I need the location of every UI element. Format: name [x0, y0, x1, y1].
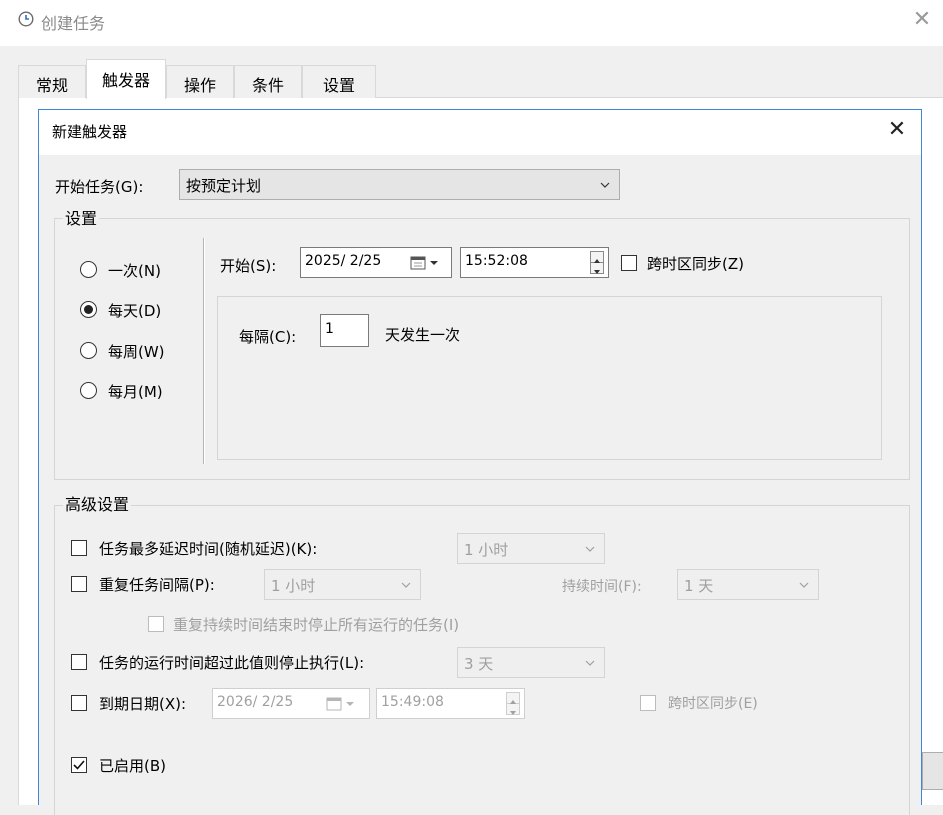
delay-label: 任务最多延迟时间(随机延迟)(K):: [99, 540, 318, 558]
chevron-down-icon: [401, 580, 411, 590]
expire-checkbox[interactable]: [71, 695, 87, 711]
radio-once[interactable]: [80, 261, 97, 278]
repeat-interval-value: 1 小时: [271, 577, 316, 595]
spin-down-icon[interactable]: [591, 263, 603, 274]
expire-time-spinner[interactable]: 15:49:08: [376, 688, 525, 719]
start-label: 开始(S):: [220, 257, 277, 275]
duration-value: 1 天: [684, 577, 714, 595]
duration-label: 持续时间(F):: [562, 579, 642, 595]
delay-value: 1 小时: [464, 541, 509, 559]
window-title: 创建任务: [41, 14, 106, 33]
tab-actions[interactable]: 操作: [166, 65, 234, 98]
repeat-interval-select[interactable]: 1 小时: [264, 569, 421, 600]
start-date-value: 2025/ 2/25: [305, 253, 382, 269]
recur-days-value: 1: [325, 321, 334, 337]
window-titlebar: 创建任务 ✕: [0, 0, 943, 46]
duration-select[interactable]: 1 天: [677, 569, 819, 600]
chevron-down-icon: [585, 544, 595, 554]
tab-triggers[interactable]: 触发器: [86, 59, 166, 99]
delay-checkbox[interactable]: [71, 540, 87, 556]
new-trigger-dialog: 新建触发器 ✕ 开始任务(G): 按预定计划 设置 一次(N) 每天(D) 每周…: [38, 109, 922, 815]
spin-up-icon[interactable]: [507, 693, 519, 704]
calendar-dropdown-icon[interactable]: [326, 697, 360, 715]
spin-down-icon[interactable]: [507, 704, 519, 715]
radio-selected-dot: [84, 305, 93, 314]
dialog-title: 新建触发器: [52, 123, 128, 141]
chevron-down-icon: [585, 658, 595, 668]
radio-once-label: 一次(N): [108, 262, 161, 280]
stop-if-value: 3 天: [464, 655, 494, 673]
expire-date-picker[interactable]: 2026/ 2/25: [212, 688, 370, 719]
radio-daily[interactable]: [80, 301, 97, 318]
recur-label: 每隔(C):: [239, 328, 297, 346]
advanced-group-title: 高级设置: [63, 491, 132, 515]
sync-timezone-label: 跨时区同步(Z): [647, 255, 744, 273]
dialog-close-button[interactable]: ✕: [885, 119, 909, 143]
expire-sync-label: 跨时区同步(E): [668, 696, 758, 712]
recur-days-input[interactable]: 1: [320, 314, 369, 347]
settings-group-title: 设置: [63, 205, 100, 229]
recur-panel: 每隔(C): 1 天发生一次: [217, 296, 882, 460]
outer-dialog-button[interactable]: [922, 752, 943, 790]
expire-sync-checkbox[interactable]: [640, 695, 656, 711]
enabled-checkbox[interactable]: [71, 757, 87, 773]
vertical-separator: [203, 238, 205, 464]
begin-task-select[interactable]: 按预定计划: [179, 169, 620, 200]
tab-conditions[interactable]: 条件: [234, 65, 302, 98]
tab-general[interactable]: 常规: [18, 65, 86, 98]
radio-monthly[interactable]: [80, 382, 97, 399]
start-time-value: 15:52:08: [465, 253, 528, 269]
delay-select[interactable]: 1 小时: [457, 533, 605, 564]
expire-label: 到期日期(X):: [99, 695, 187, 713]
window-close-button[interactable]: ✕: [912, 9, 932, 31]
chevron-down-icon: [600, 180, 610, 190]
radio-weekly[interactable]: [80, 342, 97, 359]
time-spin-buttons[interactable]: [506, 692, 520, 715]
radio-monthly-label: 每月(M): [108, 383, 163, 401]
recur-suffix-label: 天发生一次: [385, 326, 461, 344]
enabled-label: 已启用(B): [99, 757, 166, 775]
tab-settings[interactable]: 设置: [302, 65, 376, 98]
clock-icon: [18, 11, 34, 27]
chevron-down-icon: [799, 580, 809, 590]
begin-task-value: 按预定计划: [186, 177, 262, 195]
stop-if-label: 任务的运行时间超过此值则停止执行(L):: [99, 654, 365, 672]
expire-time-value: 15:49:08: [381, 694, 444, 710]
spin-up-icon[interactable]: [591, 252, 603, 263]
sync-timezone-checkbox[interactable]: [621, 255, 637, 271]
stop-all-label: 重复持续时间结束时停止所有运行的任务(I): [173, 616, 460, 634]
begin-task-label: 开始任务(G):: [55, 178, 144, 196]
repeat-checkbox[interactable]: [71, 576, 87, 592]
checkmark-icon: [73, 760, 85, 770]
dialog-titlebar: 新建触发器 ✕: [39, 110, 921, 155]
stop-if-checkbox[interactable]: [71, 654, 87, 670]
time-spin-buttons[interactable]: [590, 251, 604, 274]
expire-date-value: 2026/ 2/25: [217, 694, 294, 710]
radio-weekly-label: 每周(W): [108, 343, 165, 361]
radio-daily-label: 每天(D): [108, 302, 162, 320]
stop-all-checkbox[interactable]: [148, 616, 164, 632]
repeat-label: 重复任务间隔(P):: [99, 576, 215, 594]
calendar-dropdown-icon[interactable]: [410, 256, 444, 274]
stop-if-select[interactable]: 3 天: [457, 647, 605, 678]
start-time-spinner[interactable]: 15:52:08: [460, 247, 609, 278]
start-date-picker[interactable]: 2025/ 2/25: [300, 247, 452, 278]
